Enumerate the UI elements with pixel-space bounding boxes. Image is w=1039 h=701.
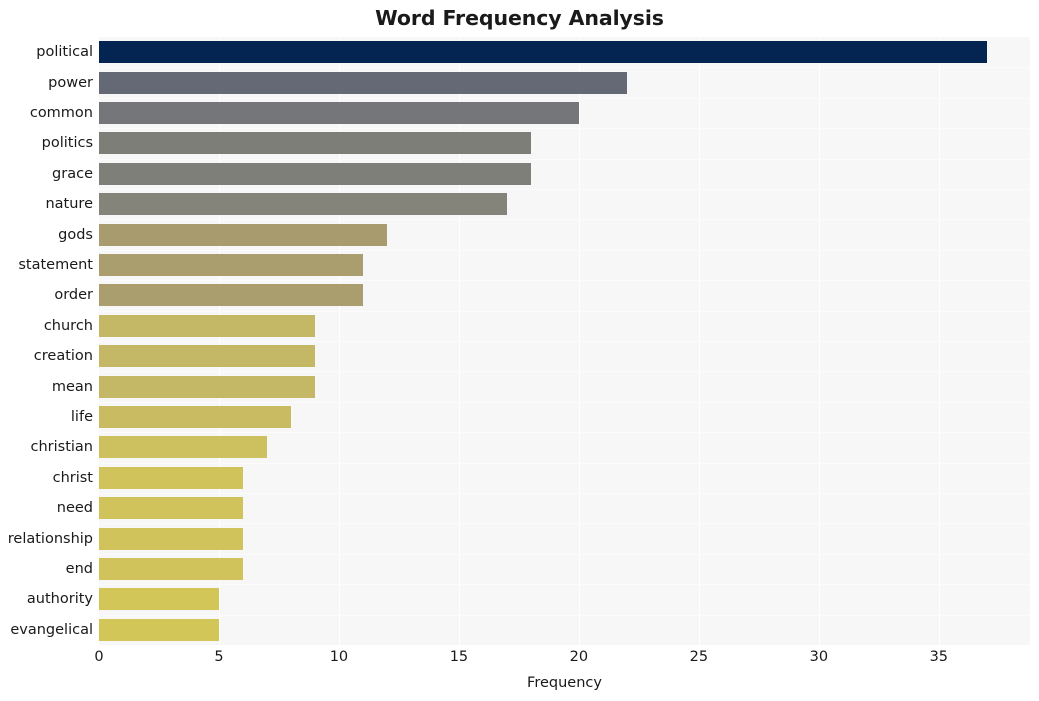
plot-area: [99, 37, 1030, 645]
bar-relationship[interactable]: [99, 528, 243, 550]
x-tick-label-30: 30: [809, 649, 829, 665]
word-frequency-bar-chart: Word Frequency Analysis political power co…: [0, 0, 1039, 701]
bar-nature[interactable]: [99, 193, 507, 215]
gridline-horizontal: [99, 189, 1030, 190]
x-tick-label-25: 25: [689, 649, 709, 665]
x-tick-label-15: 15: [449, 649, 469, 665]
x-axis-tick-labels: 0 5 10 15 20 25 30 35: [0, 649, 1039, 671]
y-tick-label-christian: christian: [30, 439, 94, 455]
bar-statement[interactable]: [99, 254, 363, 276]
bar-power[interactable]: [99, 72, 627, 94]
y-tick-label-order: order: [54, 287, 93, 303]
y-tick-label-life: life: [70, 409, 93, 425]
y-axis-tick-labels: political power common politics grace nature g…: [0, 37, 93, 645]
bar-evangelical[interactable]: [99, 619, 219, 641]
gridline-horizontal: [99, 98, 1030, 99]
bar-political[interactable]: [99, 41, 987, 63]
y-tick-label-need: need: [56, 500, 93, 516]
x-tick-label-35: 35: [929, 649, 949, 665]
y-tick-label-politics: politics: [41, 135, 93, 151]
y-tick-label-creation: creation: [33, 348, 93, 364]
bar-authority[interactable]: [99, 588, 219, 610]
gridline-horizontal: [99, 584, 1030, 585]
y-tick-label-grace: grace: [52, 166, 93, 182]
y-tick-label-political: political: [36, 44, 93, 60]
gridline-horizontal: [99, 554, 1030, 555]
y-tick-label-statement: statement: [18, 257, 93, 273]
y-tick-label-mean: mean: [51, 379, 93, 395]
bar-life[interactable]: [99, 406, 291, 428]
y-tick-label-end: end: [65, 561, 93, 577]
x-tick-label-20: 20: [569, 649, 589, 665]
x-tick-label-5: 5: [214, 649, 224, 665]
gridline-horizontal: [99, 311, 1030, 312]
gridline-horizontal: [99, 250, 1030, 251]
y-tick-label-relationship: relationship: [7, 531, 93, 547]
bar-christ[interactable]: [99, 467, 243, 489]
y-tick-label-power: power: [48, 75, 93, 91]
y-tick-label-nature: nature: [45, 196, 93, 212]
gridline-horizontal: [99, 615, 1030, 616]
bar-grace[interactable]: [99, 163, 531, 185]
bar-common[interactable]: [99, 102, 579, 124]
gridline-horizontal: [99, 219, 1030, 220]
gridline-horizontal: [99, 402, 1030, 403]
x-tick-label-0: 0: [94, 649, 104, 665]
bar-politics[interactable]: [99, 132, 531, 154]
gridline-horizontal: [99, 463, 1030, 464]
gridline-horizontal: [99, 341, 1030, 342]
gridline-horizontal: [99, 67, 1030, 68]
bar-end[interactable]: [99, 558, 243, 580]
bar-order[interactable]: [99, 284, 363, 306]
x-tick-label-10: 10: [329, 649, 349, 665]
chart-title: Word Frequency Analysis: [375, 6, 664, 30]
bar-christian[interactable]: [99, 436, 267, 458]
gridline-horizontal: [99, 128, 1030, 129]
y-tick-label-church: church: [43, 318, 93, 334]
gridline-horizontal: [99, 159, 1030, 160]
x-axis-title: Frequency: [527, 675, 602, 691]
y-tick-label-authority: authority: [26, 591, 93, 607]
y-tick-label-evangelical: evangelical: [10, 622, 93, 638]
y-tick-label-christ: christ: [52, 470, 93, 486]
bar-need[interactable]: [99, 497, 243, 519]
bar-church[interactable]: [99, 315, 315, 337]
gridline-horizontal: [99, 371, 1030, 372]
bar-mean[interactable]: [99, 376, 315, 398]
gridline-horizontal: [99, 493, 1030, 494]
bar-gods[interactable]: [99, 224, 387, 246]
gridline-horizontal: [99, 523, 1030, 524]
gridline-horizontal: [99, 280, 1030, 281]
gridline-horizontal: [99, 432, 1030, 433]
y-tick-label-common: common: [29, 105, 93, 121]
y-tick-label-gods: gods: [58, 227, 93, 243]
bar-creation[interactable]: [99, 345, 315, 367]
